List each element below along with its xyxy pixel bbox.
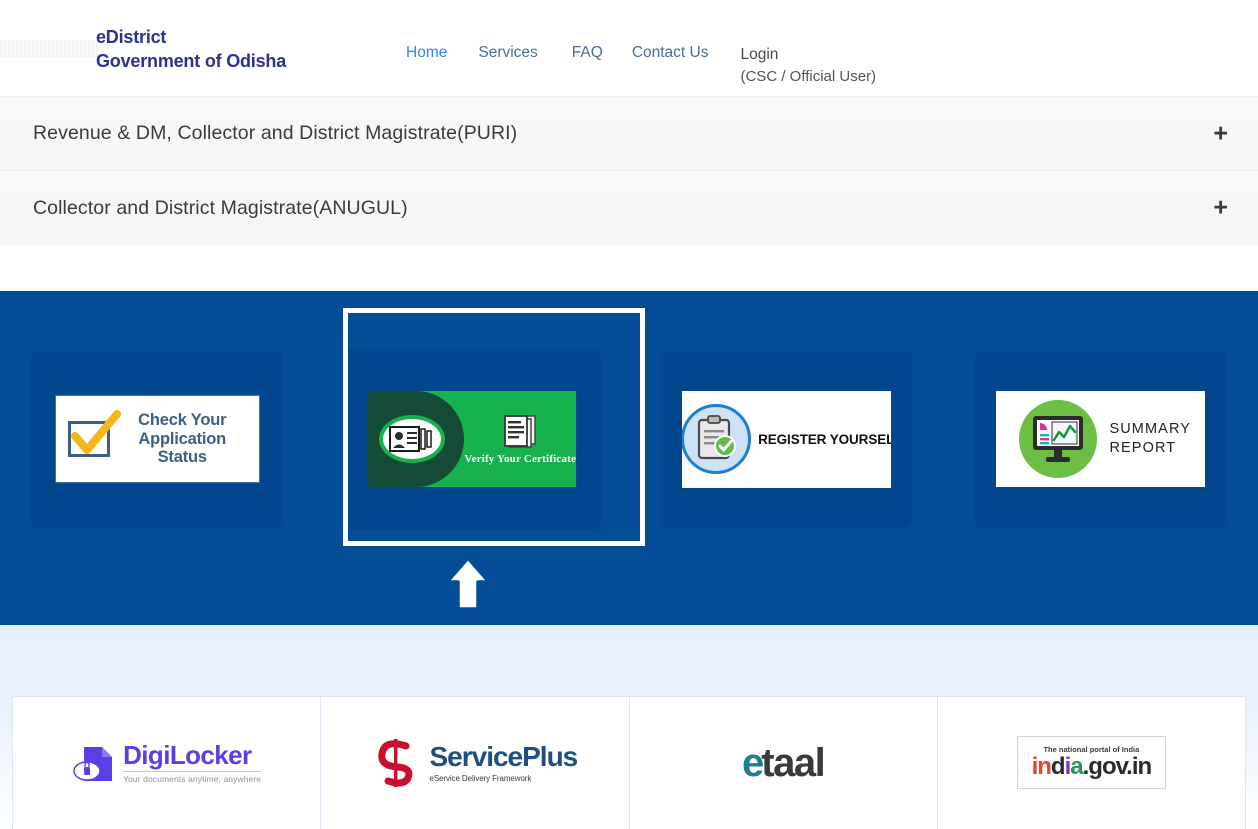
quick-link-register-yourself[interactable]: REGISTER YOURSELF [660,350,913,528]
india-gov-label: india.gov.in [1031,753,1153,780]
etaal-logo: e taal [742,740,826,785]
summary-report-artwork: SUMMARY REPORT [996,391,1206,487]
nav-item-services[interactable]: Services [478,44,537,62]
nav-item-contact-us[interactable]: Contact Us [632,44,709,62]
checkmark-box-icon [67,410,121,457]
partner-logo-india-gov-in[interactable]: The national portal of India india.gov.i… [938,697,1245,829]
monitor-chart-glyph [1033,416,1084,462]
checkmark-glyph [70,410,121,454]
brand-line-1: eDistrict [96,27,167,47]
card-slot-check-status: Check Your Application Status [0,325,315,553]
id-card-icon [379,415,446,463]
verify-certificate-label: Verify Your Certificate [464,452,577,465]
quick-link-summary-report[interactable]: SUMMARY REPORT [974,350,1227,528]
check-status-label: Check Your Application Status [138,411,227,467]
nav-item-faq[interactable]: FAQ [572,44,603,62]
site-header: eDistrict Government of Odisha Home Serv… [0,0,1258,96]
nav-item-login[interactable]: Login (CSC / Official User) [740,44,876,88]
accordion-title: Revenue & DM, Collector and District Mag… [33,122,518,144]
card-slot-register-yourself: REGISTER YOURSELF [629,325,944,553]
partner-logo-etaal[interactable]: e taal [630,697,938,829]
summary-report-label: SUMMARY REPORT [1109,421,1192,456]
accordion-item-puri[interactable]: Revenue & DM, Collector and District Mag… [0,97,1258,171]
plus-icon[interactable]: + [1213,121,1228,146]
clipboard-check-icon [681,404,752,474]
serviceplus-mark-icon [378,738,413,787]
page-root: eDistrict Government of Odisha Home Serv… [0,0,1258,829]
verify-certificate-artwork: Verify Your Certificate [367,391,577,487]
card-slot-summary-report: SUMMARY REPORT [944,325,1258,553]
main-navigation: Home Services FAQ Contact Us Login (CSC … [406,44,876,88]
digilocker-tagline: Your documents anytime, anywhere [123,770,262,784]
login-label: Login [740,46,779,63]
monitor-chart-icon [1019,400,1098,478]
odisha-emblem-placeholder-icon [0,40,98,57]
quick-link-check-application-status[interactable]: Check Your Application Status [31,350,284,528]
clipboard-check-glyph [697,415,737,460]
quick-links-banner: Check Your Application Status Verify You… [0,291,1258,625]
quick-links-row: Check Your Application Status Verify You… [0,308,1258,553]
digilocker-mark-icon [73,746,113,781]
id-card-glyph [389,426,432,452]
digilocker-logo: DigiLocker Your documents anytime, anywh… [72,739,262,785]
nav-item-home[interactable]: Home [406,44,447,62]
department-accordion: Revenue & DM, Collector and District Mag… [0,96,1258,245]
serviceplus-label: ServicePlus [429,740,578,772]
serviceplus-tagline: eService Delivery Framework [429,773,532,783]
verify-right-panel: Verify Your Certificate [464,391,576,487]
site-brand[interactable]: eDistrict Government of Odisha [96,26,286,74]
partner-logo-serviceplus[interactable]: ServicePlus eService Delivery Framework [321,697,630,829]
section-spacer [0,245,1258,291]
plus-icon[interactable]: + [1213,195,1228,221]
serviceplus-logo: ServicePlus eService Delivery Framework [372,736,578,790]
accordion-item-anugul[interactable]: Collector and District Magistrate(ANUGUL… [0,171,1258,245]
serviceplus-text: ServicePlus eService Delivery Framework [429,740,578,783]
check-status-artwork: Check Your Application Status [54,395,260,483]
digilocker-text: DigiLocker Your documents anytime, anywh… [123,739,262,784]
digilocker-label: DigiLocker [123,739,252,770]
register-artwork: REGISTER YOURSELF [681,390,891,488]
partner-logos-section: DigiLocker Your documents anytime, anywh… [0,625,1258,829]
document-stack-icon [504,414,536,448]
login-sublabel: (CSC / Official User) [740,68,877,86]
card-slot-verify-certificate: Verify Your Certificate [315,308,645,553]
india-gov-logo: The national portal of India india.gov.i… [1016,736,1167,789]
partner-logo-strip: DigiLocker Your documents anytime, anywh… [12,696,1246,829]
register-label: REGISTER YOURSELF [758,431,891,447]
brand-line-2: Government of Odisha [96,50,287,71]
accordion-title: Collector and District Magistrate(ANUGUL… [33,196,408,219]
up-arrow-pointer-icon [445,556,491,611]
etaal-label-taal: taal [761,740,825,785]
partner-logo-digilocker[interactable]: DigiLocker Your documents anytime, anywh… [13,697,322,829]
